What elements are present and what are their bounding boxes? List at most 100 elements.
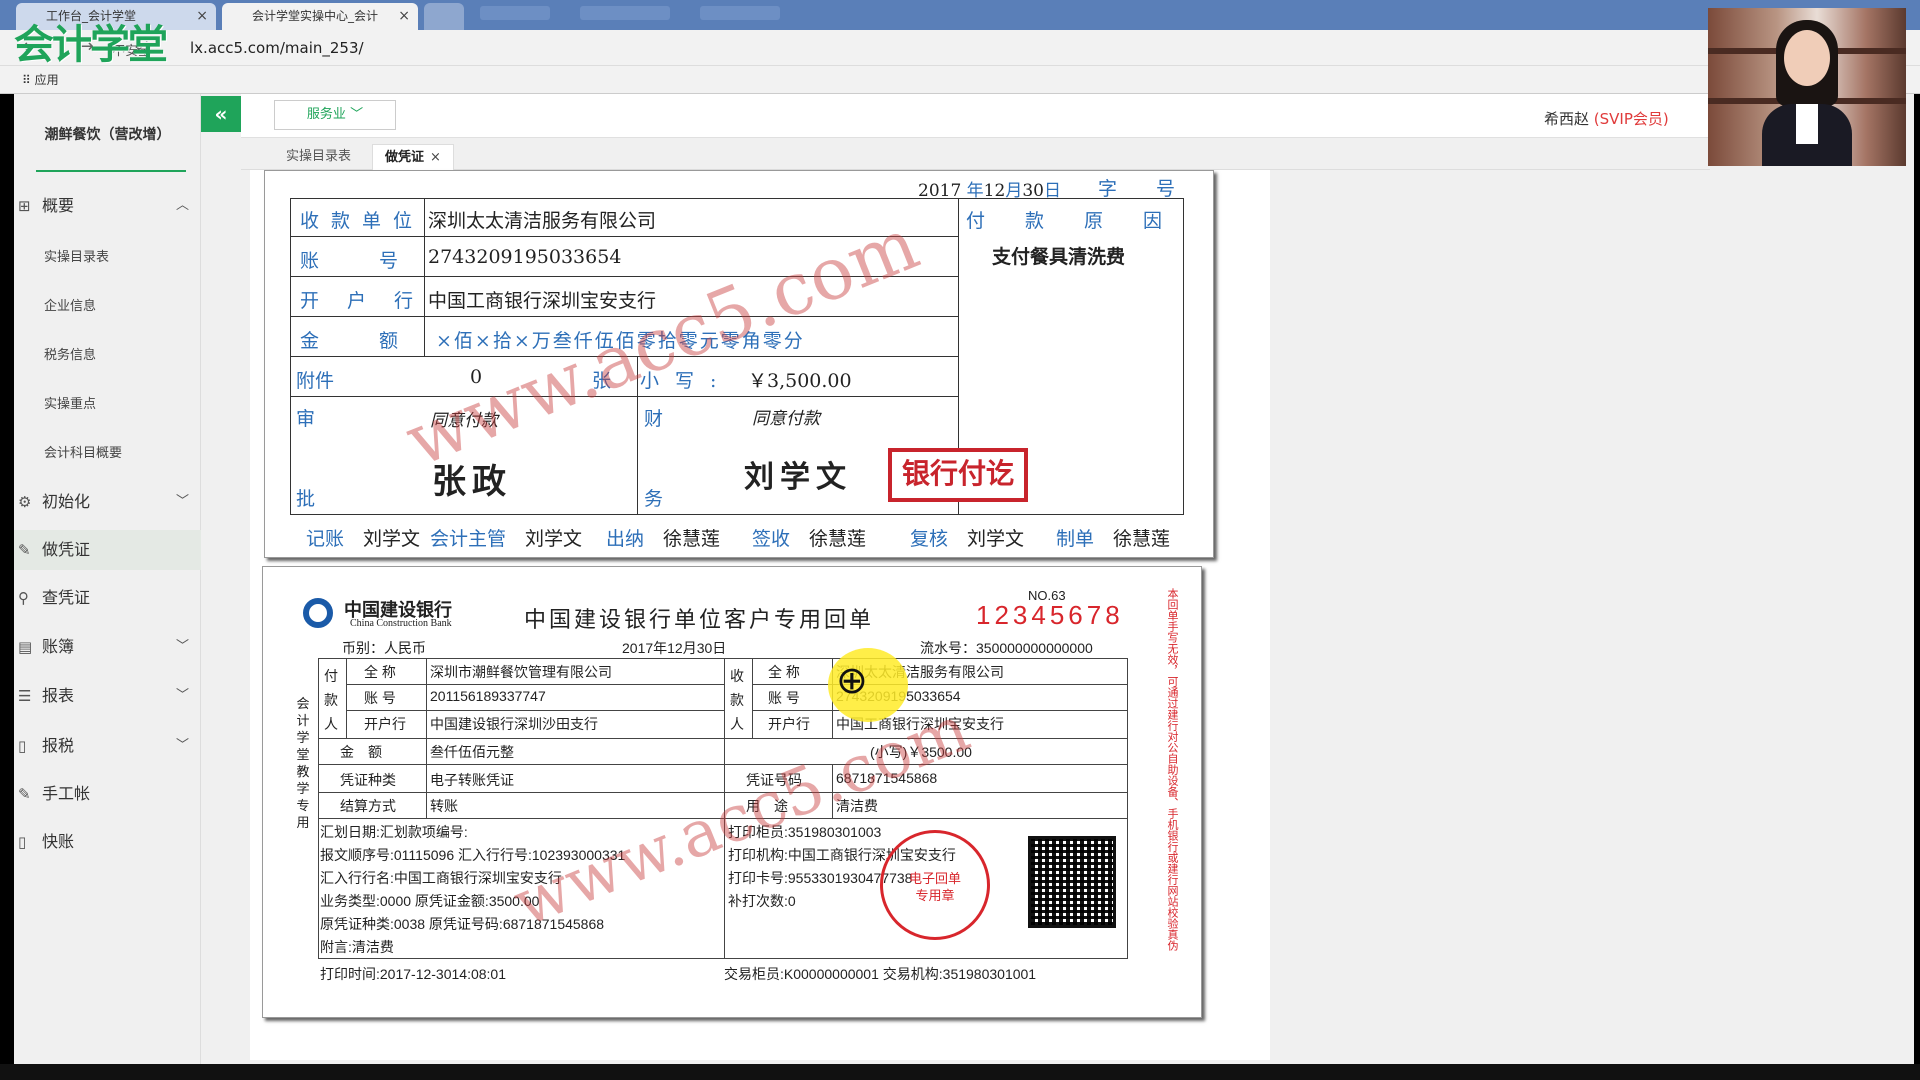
sidebar-item-initialize[interactable]: ⚙ 初始化 ﹀ [14, 482, 201, 522]
grid-line [318, 958, 1128, 959]
account-value: 2743209195033654 [428, 246, 622, 268]
sidebar-item-make-voucher[interactable]: ✎ 做凭证 [14, 530, 201, 570]
close-tab-icon[interactable]: × [430, 150, 441, 165]
small-write-label: 小写: [640, 370, 733, 392]
sidebar-subitem-key-points[interactable]: 实操重点 [44, 393, 96, 412]
footer-cashier: 出纳 徐慧莲 [606, 528, 721, 550]
pen-icon: ✎ [18, 785, 31, 803]
voucher-no: 6871871545868 [836, 770, 938, 786]
collapse-sidebar-button[interactable]: « [201, 96, 241, 132]
detail-right-1: 打印柜员:351980301003 [728, 824, 882, 840]
sidebar-item-manual-books[interactable]: ✎ 手工帐 [14, 774, 201, 814]
new-tab-button[interactable] [424, 3, 464, 30]
reason-label: 付款原因 [966, 210, 1203, 232]
amount-big: 叁仟伍佰元整 [430, 744, 514, 760]
tab-catalog[interactable]: 实操目录表 [274, 144, 363, 170]
finance-signature: 刘学文 [744, 460, 852, 495]
voucher-type: 电子转账凭证 [430, 772, 514, 788]
close-tab-icon[interactable]: × [398, 3, 410, 30]
address-bar: ← → C 不安全 lx.acc5.com/main_253/ [0, 30, 1920, 66]
sidebar-item-ledger[interactable]: ▤ 账簿 ﹀ [14, 627, 201, 667]
bookmarks-bar: ⠿ 应用 [0, 66, 1920, 94]
cai-label: 财 [644, 408, 664, 430]
browser-tab-practice-center[interactable]: 会计学堂实操中心_会计 × [222, 3, 418, 30]
grid-line [1127, 658, 1128, 958]
bank-name-en: China Construction Bank [350, 618, 452, 629]
payee-label-3: 人 [730, 716, 744, 732]
bank-label: 开户行 [300, 290, 442, 312]
pen-icon: ✎ [18, 541, 31, 559]
search-icon: ⚲ [18, 589, 29, 607]
footer-prepared: 制单 徐慧莲 [1056, 528, 1171, 550]
sidebar-item-overview[interactable]: ⊞ 概要 ︿ [14, 186, 201, 226]
chevron-down-icon: ﹀ [175, 688, 189, 703]
pi-label: 批 [296, 488, 316, 510]
sidebar-subitem-catalog[interactable]: 实操目录表 [44, 246, 109, 265]
industry-dropdown[interactable]: 服务业 ﹀ [274, 100, 396, 130]
apps-bookmark[interactable]: ⠿ 应用 [22, 71, 59, 88]
footer-receipt: 签收 徐慧莲 [752, 528, 867, 550]
grid-line [318, 764, 1128, 765]
grid-line [290, 198, 291, 514]
attachment-label: 附件 [296, 370, 335, 392]
grid-line [318, 658, 319, 958]
footer-review: 复核 刘学文 [910, 528, 1025, 550]
shen-label: 审 [296, 408, 316, 430]
receipt-serial: 12345678 [976, 600, 1124, 630]
report-icon: ☰ [18, 687, 32, 705]
sidebar-item-tax[interactable]: ▯ 报税 ﹀ [14, 726, 201, 766]
counter-info: 交易柜员:K00000000001 交易机构:351980301001 [724, 966, 1037, 982]
blurred-tab [700, 6, 780, 20]
zhang-label: 张 [592, 370, 612, 392]
grid-line [290, 356, 958, 357]
detail-left-4: 业务类型:0000 原凭证金额:3500.00 [320, 893, 540, 909]
sidebar-subitem-company-info[interactable]: 企业信息 [44, 295, 96, 314]
close-tab-icon[interactable]: × [196, 3, 208, 30]
user-info[interactable]: 希西赵 (SVIP会员) [1544, 108, 1669, 129]
payee-label: 收款单位 [300, 210, 425, 232]
payer-label-2: 款 [324, 692, 338, 708]
sidebar-subitem-tax-info[interactable]: 税务信息 [44, 344, 96, 363]
receipt-side-note: 本回单手写无效，可通过建行对公自助设备、手机银行或建行网站校验真伪 [1166, 588, 1178, 951]
bottom-bar [0, 1064, 1920, 1080]
company-name: 潮鲜餐饮（营改增） [44, 127, 171, 143]
voucher-no-label: 凭证号码 [746, 772, 802, 788]
amount-small: (小写)￥3500.00 [870, 744, 972, 760]
wu-label: 务 [644, 488, 664, 510]
payer-name: 深圳市潮鲜餐饮管理有限公司 [430, 664, 612, 680]
grid-line [346, 658, 347, 738]
payee-label-1: 收 [730, 668, 744, 684]
url-input[interactable]: lx.acc5.com/main_253/ [190, 39, 364, 57]
book-icon: ▤ [18, 638, 33, 656]
grid-line [318, 792, 1128, 793]
settle-method: 转账 [430, 798, 458, 814]
payee-account-label: 账 号 [768, 690, 800, 706]
payee-name-label: 全 称 [768, 664, 800, 680]
webcam-overlay [1708, 8, 1906, 166]
qr-code-icon [1028, 836, 1116, 928]
chevron-up-icon: ︿ [175, 198, 189, 213]
grid-line [318, 658, 1128, 659]
grid-line [346, 710, 724, 711]
payee-bank-label: 开户行 [768, 716, 810, 732]
receipt-title: 中国建设银行单位客户专用回单 [524, 608, 875, 633]
sidebar-item-quick-books[interactable]: ▯ 快账 [14, 822, 201, 862]
payer-account-label: 账 号 [364, 690, 396, 706]
bank-paid-stamp: 银行付讫 [888, 448, 1028, 502]
grid-line [290, 316, 958, 317]
presenter-face [1784, 30, 1830, 86]
grid-line [752, 658, 753, 738]
tab-make-voucher[interactable]: 做凭证 × [372, 144, 454, 170]
grid-line [637, 356, 638, 514]
sidebar-item-reports[interactable]: ☰ 报表 ﹀ [14, 676, 201, 716]
payer-label-1: 付 [324, 668, 338, 684]
sidebar-item-search-voucher[interactable]: ⚲ 查凭证 [14, 578, 201, 618]
footer-chief-accountant: 会计主管 刘学文 [430, 528, 583, 550]
receipt-date: 2017年12月30日 [622, 640, 727, 656]
sidebar-subitem-accounts-overview[interactable]: 会计科目概要 [44, 442, 122, 461]
file-icon: ▯ [18, 737, 27, 755]
voucher-type-label: 凭证种类 [340, 772, 396, 788]
payer-name-label: 全 称 [364, 664, 396, 680]
grid-line [290, 514, 1184, 515]
payer-account: 201156189337747 [430, 688, 546, 704]
